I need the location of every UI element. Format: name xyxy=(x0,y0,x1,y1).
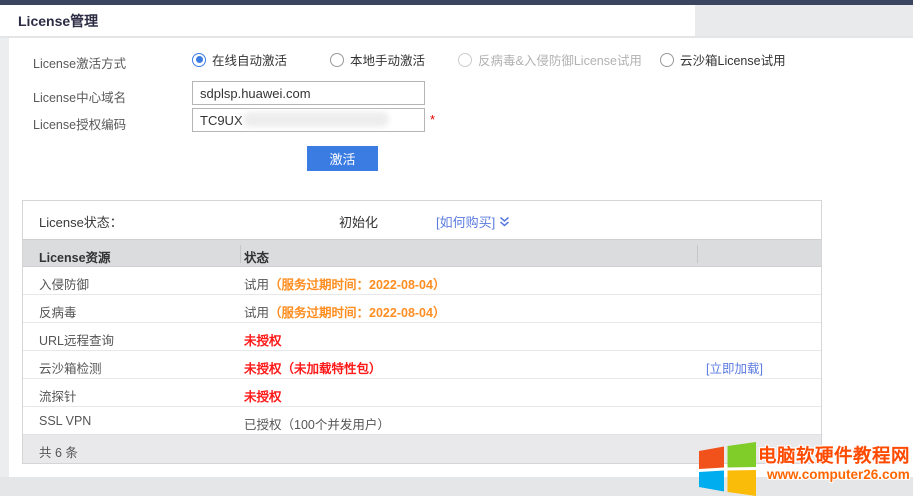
license-domain-label: License中心域名 xyxy=(33,87,126,106)
load-now-link[interactable]: [立即加载] xyxy=(706,358,763,377)
how-to-buy-link-text: [如何购买] xyxy=(436,212,495,231)
header-background xyxy=(695,5,913,36)
license-domain-input[interactable] xyxy=(192,81,425,105)
windows-flag-icon xyxy=(699,442,757,496)
left-margin xyxy=(0,38,9,477)
radio-option-label: 云沙箱License试用 xyxy=(680,50,786,69)
radio-button-icon xyxy=(458,53,472,67)
resource-status: 试用（服务过期时间：2022-08-04） xyxy=(244,274,445,293)
activation-radio-option[interactable]: 本地手动激活 xyxy=(330,50,425,69)
redacted-license-code xyxy=(243,112,389,127)
double-chevron-down-icon[interactable] xyxy=(499,216,510,228)
activate-button[interactable]: 激活 xyxy=(307,146,378,171)
watermark-site-name: 电脑软硬件教程网 xyxy=(758,442,910,468)
resource-name: 入侵防御 xyxy=(39,274,89,293)
status-text: 未授权（未加载特性包） xyxy=(244,362,382,376)
header-column-divider xyxy=(697,245,698,263)
table-row: 反病毒 试用（服务过期时间：2022-08-04） xyxy=(23,295,821,323)
header-column-divider xyxy=(240,245,241,263)
resource-name: SSL VPN xyxy=(39,414,91,428)
radio-button-icon[interactable] xyxy=(192,53,206,67)
radio-option-label: 本地手动激活 xyxy=(350,50,425,69)
column-header-resource: License资源 xyxy=(39,247,111,266)
resource-name: 反病毒 xyxy=(39,302,77,321)
resource-status: 试用（服务过期时间：2022-08-04） xyxy=(244,302,445,321)
row-count: 共 6 条 xyxy=(39,442,78,461)
table-row: SSL VPN 已授权（100个并发用户） xyxy=(23,407,821,435)
license-status-value: 初始化 xyxy=(339,212,378,231)
license-status-row: License状态： 初始化 [如何购买] xyxy=(23,201,821,239)
activation-mode-radio-group: 在线自动激活 本地手动激活 反病毒&入侵防御License试用 云沙箱License试… xyxy=(192,50,892,70)
resource-status: 已授权（100个并发用户） xyxy=(244,414,390,433)
status-text: （服务过期时间：2022-08-04） xyxy=(269,278,445,292)
radio-button-icon[interactable] xyxy=(330,53,344,67)
radio-button-icon[interactable] xyxy=(660,53,674,67)
activation-radio-option[interactable]: 在线自动激活 xyxy=(192,50,287,69)
site-watermark: 电脑软硬件教程网 www.computer26.com xyxy=(695,439,913,496)
activation-mode-label: License激活方式 xyxy=(33,53,126,72)
resource-status: 未授权（未加载特性包） xyxy=(244,358,382,377)
header-divider xyxy=(0,36,913,38)
table-row: 云沙箱检测 未授权（未加载特性包） [立即加载] xyxy=(23,351,821,379)
radio-option-label: 反病毒&入侵防御License试用 xyxy=(478,50,642,69)
status-text: （服务过期时间：2022-08-04） xyxy=(269,306,445,320)
table-row: 流探针 未授权 xyxy=(23,379,821,407)
status-text: 未授权 xyxy=(244,334,282,348)
resource-status: 未授权 xyxy=(244,330,282,349)
status-text: 未授权 xyxy=(244,390,282,404)
status-text: 已授权（100个并发用户） xyxy=(244,418,390,432)
license-management-screen: License管理 License激活方式 在线自动激活 本地手动激活 反病毒&入侵… xyxy=(0,0,913,496)
activation-radio-option: 反病毒&入侵防御License试用 xyxy=(458,50,642,69)
table-row: URL远程查询 未授权 xyxy=(23,323,821,351)
license-status-label: License状态： xyxy=(39,212,123,231)
status-text: 试用 xyxy=(244,278,269,292)
resource-name: URL远程查询 xyxy=(39,330,114,349)
resource-name: 云沙箱检测 xyxy=(39,358,102,377)
page-title: License管理 xyxy=(18,11,98,31)
table-row: 入侵防御 试用（服务过期时间：2022-08-04） xyxy=(23,267,821,295)
activation-radio-option[interactable]: 云沙箱License试用 xyxy=(660,50,786,69)
radio-option-label: 在线自动激活 xyxy=(212,50,287,69)
status-text: 试用 xyxy=(244,306,269,320)
watermark-site-url: www.computer26.com xyxy=(767,467,910,482)
table-header: License资源 状态 xyxy=(23,239,821,267)
how-to-buy-link[interactable]: [如何购买] xyxy=(436,212,510,231)
license-table: License状态： 初始化 [如何购买] License资源 状态 入侵防御试… xyxy=(22,200,822,464)
column-header-status: 状态 xyxy=(244,247,269,266)
required-asterisk: * xyxy=(430,112,435,127)
license-code-label: License授权编码 xyxy=(33,114,126,133)
resource-status: 未授权 xyxy=(244,386,282,405)
table-body: 入侵防御试用（服务过期时间：2022-08-04）反病毒试用（服务过期时间：20… xyxy=(23,267,821,435)
resource-name: 流探针 xyxy=(39,386,77,405)
